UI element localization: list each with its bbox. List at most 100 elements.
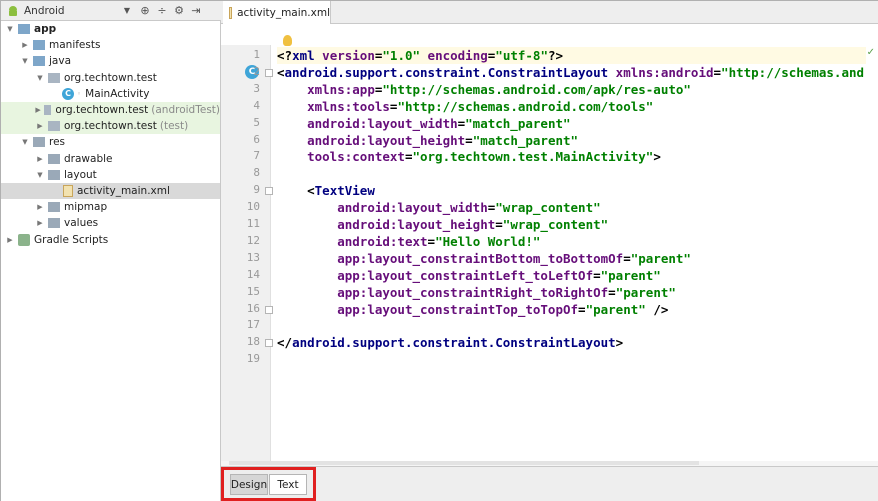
tree-item-label: Gradle Scripts: [34, 233, 109, 246]
code-area[interactable]: <?xml version="1.0" encoding="utf-8"?> <a…: [277, 45, 877, 465]
line-number: 11: [246, 217, 260, 230]
collapse-arrow-icon[interactable]: ▶: [35, 203, 45, 211]
line-number: 19: [246, 352, 260, 366]
folder-icon: [33, 40, 45, 51]
fold-marker-icon[interactable]: [265, 187, 273, 196]
tree-item-label: org.techtown.test: [64, 71, 157, 84]
tree-item[interactable]: ▶ mipmap: [1, 199, 220, 215]
code-token: "org.techtown.test.MainActivity": [412, 149, 654, 165]
tree-item[interactable]: ▶ manifests: [1, 37, 220, 53]
collapse-arrow-icon[interactable]: ▶: [20, 41, 30, 49]
code-token: >: [653, 149, 661, 165]
code-line[interactable]: app:layout_constraintLeft_toLeftOf="pare…: [277, 267, 661, 284]
code-line[interactable]: app:layout_constraintRight_toRightOf="pa…: [277, 284, 676, 301]
tree-item[interactable]: ▶ org.techtown.test (androidTest): [1, 101, 220, 119]
expand-arrow-icon[interactable]: ▼: [20, 57, 30, 65]
tree-item-label: values: [64, 217, 99, 230]
code-token: =: [608, 284, 616, 300]
tree-item[interactable]: ▶ org.techtown.test (test): [1, 118, 220, 135]
code-line[interactable]: </android.support.constraint.ConstraintL…: [277, 334, 623, 351]
expand-arrow-icon[interactable]: ▼: [35, 171, 45, 179]
code-line[interactable]: <?xml version="1.0" encoding="utf-8"?>: [277, 47, 866, 64]
code-token: =: [623, 250, 631, 266]
expand-arrow-icon[interactable]: ▼: [35, 74, 45, 82]
code-token: android.support.constraint.ConstraintLay…: [284, 64, 616, 80]
code-token: android:layout_width: [337, 200, 488, 216]
code-token: xmlns:tools: [307, 98, 390, 114]
line-number: 2: [253, 64, 260, 78]
hide-icon[interactable]: ⇥: [188, 3, 204, 19]
code-line[interactable]: app:layout_constraintTop_toTopOf="parent…: [277, 301, 668, 318]
line-number: 1: [253, 48, 260, 61]
code-line[interactable]: android:layout_width="match_parent": [277, 115, 571, 132]
code-token: />: [653, 301, 669, 317]
collapse-arrow-icon[interactable]: ▶: [35, 106, 41, 114]
code-line[interactable]: android:layout_height="match_parent": [277, 132, 578, 149]
editor-tab-activity-main[interactable]: activity_main.xml: [223, 1, 331, 24]
folder-icon: [48, 218, 60, 229]
tree-item[interactable]: C ◦ MainActivity: [1, 86, 220, 102]
tree-item[interactable]: ▶ drawable: [1, 151, 220, 167]
tree-item-suffix: (androidTest): [151, 104, 220, 117]
fold-marker-icon[interactable]: [265, 305, 273, 314]
code-token: "http://schemas.and: [721, 64, 865, 80]
code-token: "match_parent": [465, 115, 571, 131]
collapse-icon[interactable]: ÷: [154, 3, 170, 19]
code-line[interactable]: tools:context="org.techtown.test.MainAct…: [277, 148, 661, 165]
line-number: 6: [253, 132, 260, 146]
code-token: android.support.constraint.ConstraintLay…: [292, 335, 616, 351]
code-token: xml: [292, 48, 323, 63]
gradle-icon: [18, 233, 30, 246]
tree-item[interactable]: ▶ values: [1, 215, 220, 231]
code-line[interactable]: app:layout_constraintBottom_toBottomOf="…: [277, 250, 691, 267]
project-toolbar: Android ▼ ⊕ ÷ ⚙ ⇥: [1, 1, 221, 21]
project-tree: ▼ app ▶ manifests ▼ java ▼ org.techtown.test C ◦ M…: [1, 21, 220, 248]
code-line[interactable]: <android.support.constraint.ConstraintLa…: [277, 64, 864, 81]
folder-icon: [48, 202, 60, 213]
code-token: xmlns:android: [615, 64, 714, 80]
code-line[interactable]: xmlns:tools="http://schemas.android.com/…: [277, 98, 653, 115]
code-token: <: [307, 183, 315, 199]
expand-arrow-icon[interactable]: ▼: [20, 138, 30, 146]
project-view-select[interactable]: Android ▼: [1, 1, 136, 21]
code-token: tools:context: [307, 149, 405, 165]
sync-icon[interactable]: ⊕: [137, 3, 153, 19]
fold-marker-icon[interactable]: [265, 68, 273, 77]
tree-item[interactable]: ▼ java: [1, 53, 220, 69]
code-token: <: [277, 64, 285, 80]
line-number-gutter: C 1 2 3 4 5 6 7 8 9 10 11 12 13 14 15 16 17 18 19: [221, 45, 273, 465]
tab-text[interactable]: Text: [269, 474, 307, 495]
tree-item[interactable]: ▼ app: [1, 21, 220, 37]
tree-item[interactable]: activity_main.xml: [1, 182, 220, 200]
settings-icon[interactable]: ⚙: [171, 3, 187, 19]
tree-item-label: drawable: [64, 152, 113, 165]
code-line[interactable]: android:layout_width="wrap_content": [277, 199, 600, 216]
collapse-arrow-icon[interactable]: ▶: [35, 122, 45, 130]
horizontal-scrollbar[interactable]: [229, 461, 699, 465]
folder-icon: [48, 121, 60, 132]
code-line[interactable]: xmlns:app="http://schemas.android.com/ap…: [277, 81, 691, 98]
code-token: "parent": [615, 284, 676, 300]
collapse-arrow-icon[interactable]: ▶: [35, 219, 45, 227]
code-line[interactable]: <TextView: [277, 182, 375, 199]
code-token: "1.0": [382, 48, 428, 63]
tab-design[interactable]: Design: [230, 474, 268, 495]
tree-item[interactable]: ▼ res: [1, 134, 220, 150]
tree-item-label: MainActivity: [85, 87, 150, 100]
fold-marker-icon[interactable]: [265, 339, 273, 348]
tree-item[interactable]: ▼ layout: [1, 167, 220, 183]
chevron-down-icon: ▼: [123, 6, 130, 15]
collapse-arrow-icon[interactable]: ▶: [5, 236, 15, 244]
code-token: TextView: [314, 183, 375, 199]
tree-item[interactable]: ▶ Gradle Scripts: [1, 231, 220, 247]
tree-item[interactable]: ▼ org.techtown.test: [1, 70, 220, 86]
code-line[interactable]: android:layout_height="wrap_content": [277, 216, 608, 233]
expand-arrow-icon[interactable]: ▼: [5, 25, 15, 33]
collapse-arrow-icon[interactable]: ▶: [35, 155, 45, 163]
project-panel: Android ▼ ⊕ ÷ ⚙ ⇥ ▼ app ▶ manifests ▼ java ▼ or…: [1, 1, 221, 501]
code-line[interactable]: android:text="Hello World!": [277, 233, 540, 250]
line-number: 15: [246, 284, 260, 298]
